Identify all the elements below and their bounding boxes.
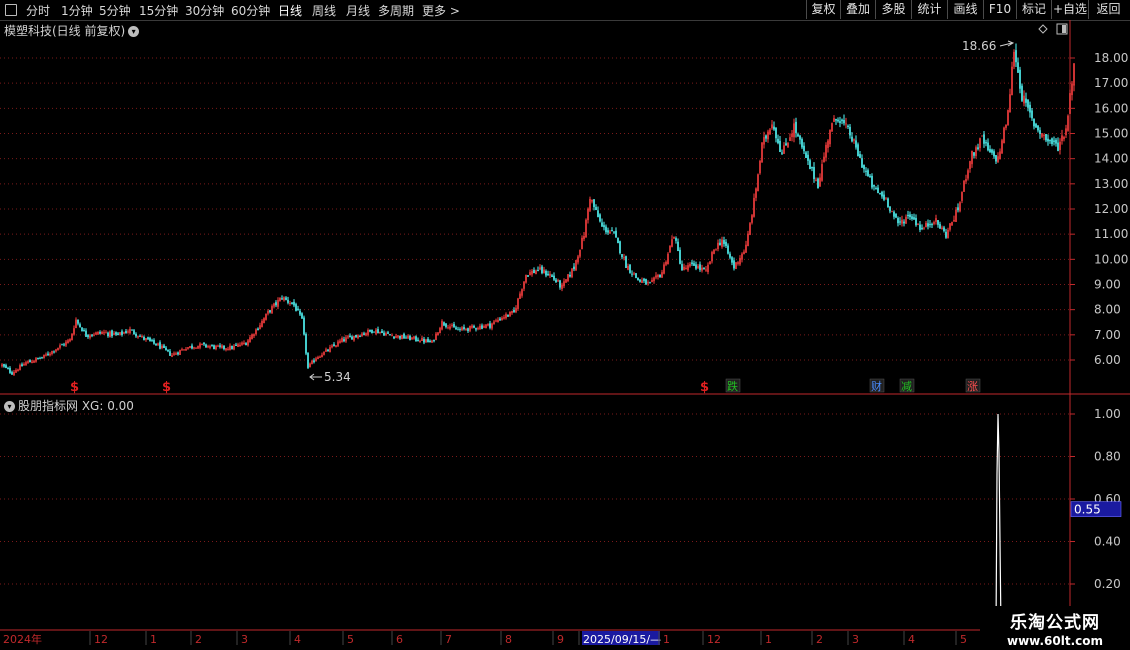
price-axis: 6.00 7.00 8.00 9.00 10.00 11.00 12.00 13.00 14.0… <box>1070 51 1128 367</box>
event-markers: $ $ $ 跌 财 减 涨 <box>70 378 981 395</box>
price-tick-label-5: 11.00 <box>1094 227 1128 241</box>
event-marker-5: 减 <box>901 380 912 393</box>
grid-lines <box>0 20 1130 631</box>
indicator-tick-label-1: 0.40 <box>1094 535 1121 549</box>
time-label-6: 5 <box>347 633 354 646</box>
watermark-title: 乐淘公式网 <box>1010 613 1100 633</box>
indicator-tick-label-0: 0.20 <box>1094 577 1121 591</box>
dividend-marker-1: $ <box>162 380 171 395</box>
time-label-2: 1 <box>150 633 157 646</box>
low-arrow-icon <box>309 373 322 381</box>
price-tick-label-3: 9.00 <box>1094 278 1121 292</box>
event-marker-6: 涨 <box>967 380 978 393</box>
time-axis: 2024年 12 1 2 3 4 5 6 7 8 9 2025/09/15/— 1 12 1 2 3 4 5 <box>3 631 967 646</box>
price-tick-label-9: 15.00 <box>1094 127 1128 141</box>
price-tick-label-12: 18.00 <box>1094 51 1128 65</box>
time-label-18: 5 <box>960 633 967 646</box>
time-label-11: 2025/09/15/— <box>583 633 661 646</box>
price-tick-label-6: 12.00 <box>1094 202 1128 216</box>
current-value-label: 0.55 <box>1074 503 1101 517</box>
price-tick-label-10: 16.00 <box>1094 101 1128 115</box>
time-label-12: 1 <box>663 633 670 646</box>
panel-toggle-fill <box>1062 25 1066 33</box>
time-label-10: 9 <box>557 633 564 646</box>
time-label-14: 1 <box>765 633 772 646</box>
high-price-label: 18.66 <box>962 39 996 53</box>
time-label-4: 3 <box>241 633 248 646</box>
time-label-8: 7 <box>445 633 452 646</box>
indicator-panel: 0.200.400.600.801.000.55 <box>995 407 1122 631</box>
price-tick-label-1: 7.00 <box>1094 328 1121 342</box>
dividend-marker-2: $ <box>700 380 709 395</box>
time-label-0: 2024年 <box>3 632 42 646</box>
indicator-tick-label-3: 0.80 <box>1094 450 1121 464</box>
time-label-17: 4 <box>908 633 915 646</box>
watermark: 乐淘公式网 www.60lt.com <box>980 606 1130 650</box>
price-tick-label-2: 8.00 <box>1094 303 1121 317</box>
low-price-label: 5.34 <box>324 370 351 384</box>
high-arrow-icon <box>999 40 1015 47</box>
candlesticks <box>1 43 1075 377</box>
watermark-url: www.60lt.com <box>1006 634 1104 648</box>
time-label-16: 3 <box>852 633 859 646</box>
time-label-1: 12 <box>94 633 108 646</box>
time-label-7: 6 <box>396 633 403 646</box>
corner-icons <box>1038 23 1068 35</box>
indicator-tick-label-4: 1.00 <box>1094 407 1121 421</box>
time-label-5: 4 <box>294 633 301 646</box>
time-label-15: 2 <box>816 633 823 646</box>
price-tick-label-8: 14.00 <box>1094 152 1128 166</box>
dividend-marker-0: $ <box>70 380 79 395</box>
event-marker-3: 跌 <box>727 379 738 393</box>
xg-signal-line <box>995 413 1002 631</box>
event-marker-4: 财 <box>871 379 882 393</box>
price-tick-label-0: 6.00 <box>1094 353 1121 367</box>
price-tick-label-7: 13.00 <box>1094 177 1128 191</box>
time-label-13: 12 <box>707 633 721 646</box>
time-label-9: 8 <box>505 633 512 646</box>
price-tick-label-4: 10.00 <box>1094 252 1128 266</box>
time-label-3: 2 <box>195 633 202 646</box>
price-tick-label-11: 17.00 <box>1094 76 1128 90</box>
diamond-icon <box>1038 24 1048 34</box>
kline-chart[interactable]: 6.007.008.009.0010.0011.0012.0013.0014.0… <box>0 0 1130 650</box>
